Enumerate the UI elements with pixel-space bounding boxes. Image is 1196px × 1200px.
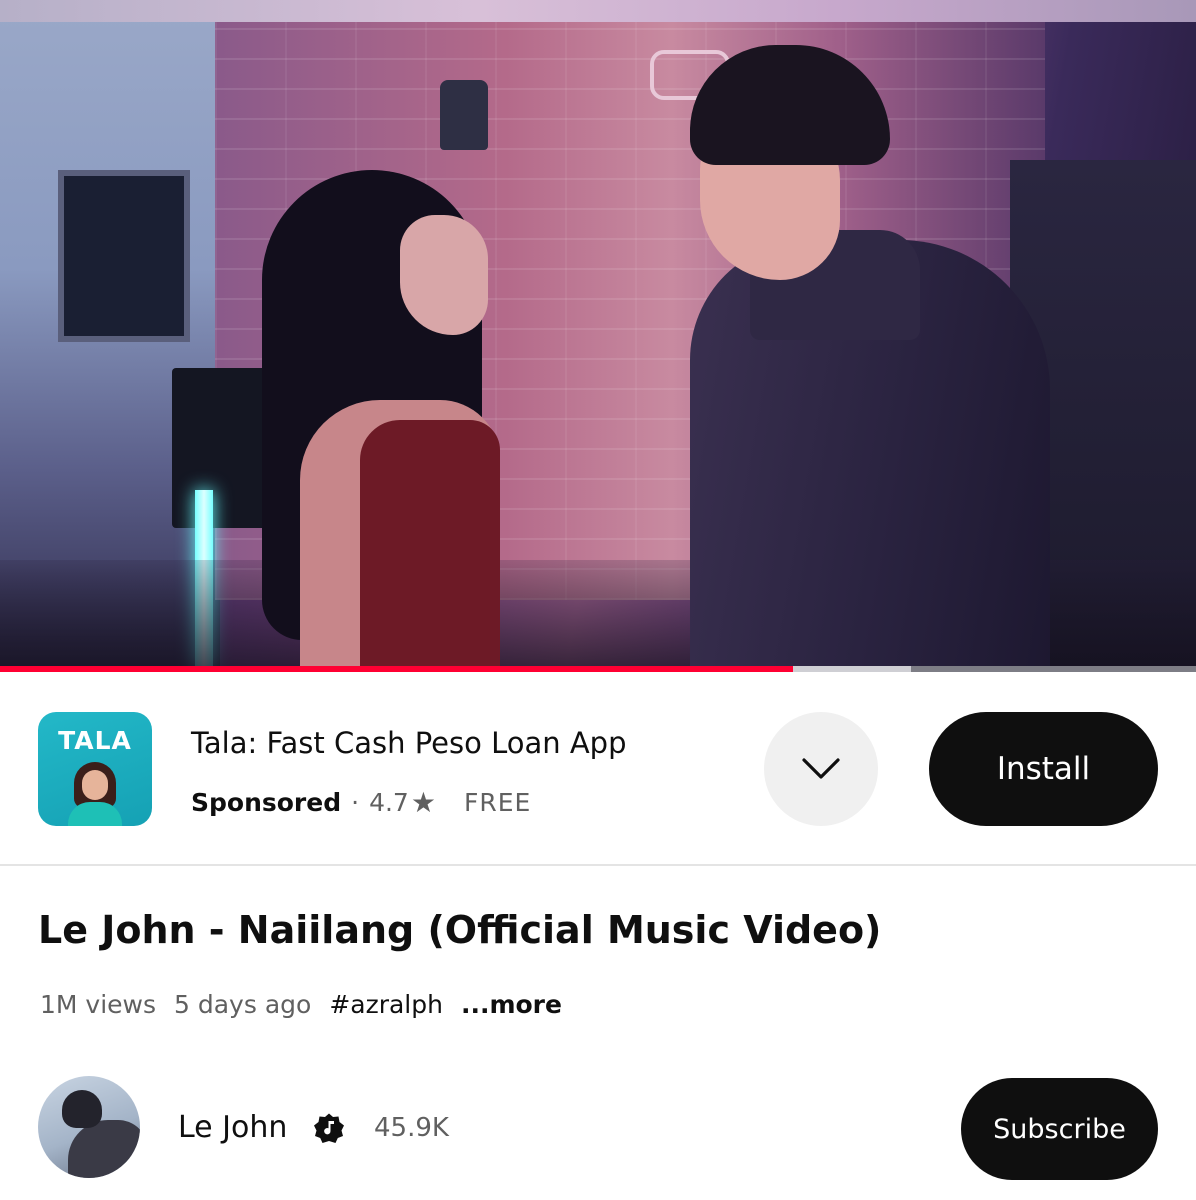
- ad-meta-row: Sponsored · 4.7 ★ FREE: [191, 786, 531, 819]
- video-title[interactable]: Le John - Naiilang (Official Music Video…: [38, 908, 881, 952]
- ad-app-title[interactable]: Tala: Fast Cash Peso Loan App: [191, 726, 627, 760]
- expand-ad-button[interactable]: [764, 712, 878, 826]
- app-icon-person-image: [68, 762, 122, 826]
- video-meta-row[interactable]: 1M views 5 days ago #azralph ...more: [40, 990, 562, 1019]
- app-rating: 4.7: [369, 788, 409, 817]
- view-count: 1M views: [40, 990, 157, 1019]
- subscribe-button[interactable]: Subscribe: [961, 1078, 1158, 1180]
- sponsored-label: Sponsored: [191, 788, 342, 817]
- hashtag-link[interactable]: #azralph: [329, 990, 443, 1019]
- subscriber-count: 45.9K: [374, 1113, 449, 1143]
- more-description-link[interactable]: ...more: [461, 990, 562, 1019]
- star-icon: ★: [410, 786, 436, 819]
- chevron-down-icon: [802, 758, 840, 779]
- channel-name[interactable]: Le John: [178, 1110, 287, 1145]
- scene-speaker: [172, 368, 268, 528]
- progress-played: [0, 666, 793, 672]
- woman-face: [400, 215, 488, 335]
- tala-app-icon[interactable]: TALA: [38, 712, 152, 826]
- woman-dress: [360, 420, 500, 672]
- app-icon-logo-text: TALA: [58, 726, 132, 755]
- video-player[interactable]: [0, 0, 1196, 672]
- channel-avatar[interactable]: [38, 1076, 140, 1178]
- sponsored-ad-card[interactable]: TALA Tala: Fast Cash Peso Loan App Spons…: [0, 674, 1196, 866]
- verified-music-icon: [314, 1113, 344, 1143]
- scene-window: [58, 170, 190, 342]
- upload-age: 5 days ago: [174, 990, 312, 1019]
- app-price: FREE: [463, 788, 532, 817]
- video-progress-bar[interactable]: [0, 666, 1196, 672]
- scene-lantern: [440, 80, 488, 150]
- meta-separator: ·: [351, 788, 360, 817]
- scene-ceiling: [0, 0, 1196, 22]
- install-button[interactable]: Install: [929, 712, 1158, 826]
